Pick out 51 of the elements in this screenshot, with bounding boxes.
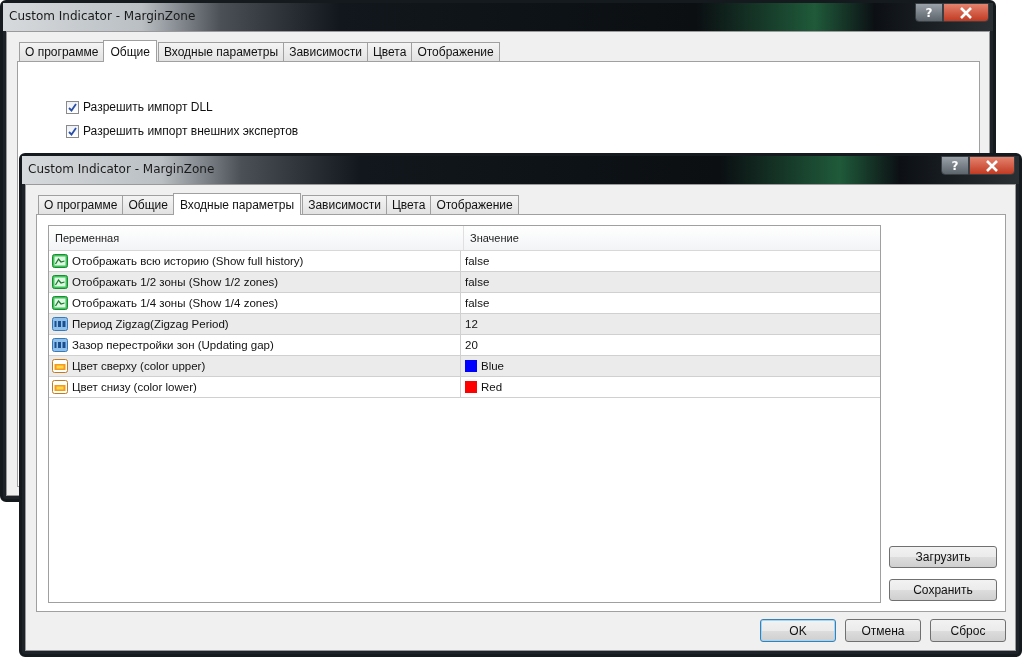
checkbox-label: Разрешить импорт внешних экспертов [83, 124, 299, 138]
tab[interactable]: Входные параметры [157, 42, 285, 61]
close-icon [985, 159, 999, 172]
tab[interactable]: О программе [19, 42, 105, 61]
parameter-name: Цвет сверху (color upper) [72, 360, 206, 372]
number-field-icon [52, 337, 68, 353]
parameter-value[interactable]: false [465, 255, 490, 267]
parameter-value[interactable]: 12 [465, 318, 478, 330]
parameter-name: Зазор перестройки зон (Updating gap) [72, 339, 274, 351]
dialog-button[interactable]: Отмена [845, 619, 921, 642]
column-header: Переменная [54, 231, 121, 246]
save-button[interactable]: Сохранить [889, 579, 997, 601]
parameter-value[interactable]: 20 [465, 339, 478, 351]
dialog-button[interactable]: OK [760, 619, 836, 642]
parameter-value[interactable]: false [465, 297, 490, 309]
checkbox[interactable] [66, 124, 79, 138]
tab[interactable]: Цвета [385, 195, 432, 214]
checkbox[interactable] [66, 100, 79, 114]
close-icon [959, 6, 973, 19]
tab[interactable]: О программе [38, 195, 124, 214]
chart-line-icon [52, 295, 68, 311]
column-header: Значение [463, 226, 880, 250]
parameter-value[interactable]: Red [481, 381, 503, 393]
tab[interactable]: Входные параметры [172, 193, 302, 215]
load-button[interactable]: Загрузить [889, 546, 997, 568]
parameter-value[interactable]: Blue [481, 360, 505, 372]
tab[interactable]: Отображение [411, 42, 500, 61]
help-button[interactable]: ? [915, 3, 943, 22]
parameter-value[interactable]: false [465, 276, 490, 288]
tab[interactable]: Зависимости [283, 42, 368, 61]
parameter-name: Цвет снизу (color lower) [72, 381, 197, 393]
tab[interactable]: Отображение [430, 195, 519, 214]
number-field-icon [52, 316, 68, 332]
close-button[interactable] [943, 3, 989, 22]
palette-icon [52, 379, 68, 395]
chart-line-icon [52, 253, 68, 269]
tab[interactable]: Общие [122, 195, 174, 214]
parameter-name: Период Zigzag(Zigzag Period) [72, 318, 229, 330]
window-title: Custom Indicator - MarginZone [28, 162, 215, 176]
help-button[interactable]: ? [941, 156, 969, 175]
window-title: Custom Indicator - MarginZone [9, 9, 196, 23]
dialog-button[interactable]: Сброс [930, 619, 1006, 642]
parameter-name: Отображать 1/4 зоны (Show 1/4 zones) [72, 297, 279, 309]
tab[interactable]: Общие [103, 40, 157, 62]
checkbox-label: Разрешить импорт DLL [83, 100, 213, 114]
parameter-name: Отображать всю историю (Show full history) [72, 255, 304, 267]
tab[interactable]: Зависимости [302, 195, 387, 214]
parameter-name: Отображать 1/2 зоны (Show 1/2 zones) [72, 276, 279, 288]
close-button[interactable] [969, 156, 1015, 175]
palette-icon [52, 358, 68, 374]
tab[interactable]: Цвета [366, 42, 413, 61]
